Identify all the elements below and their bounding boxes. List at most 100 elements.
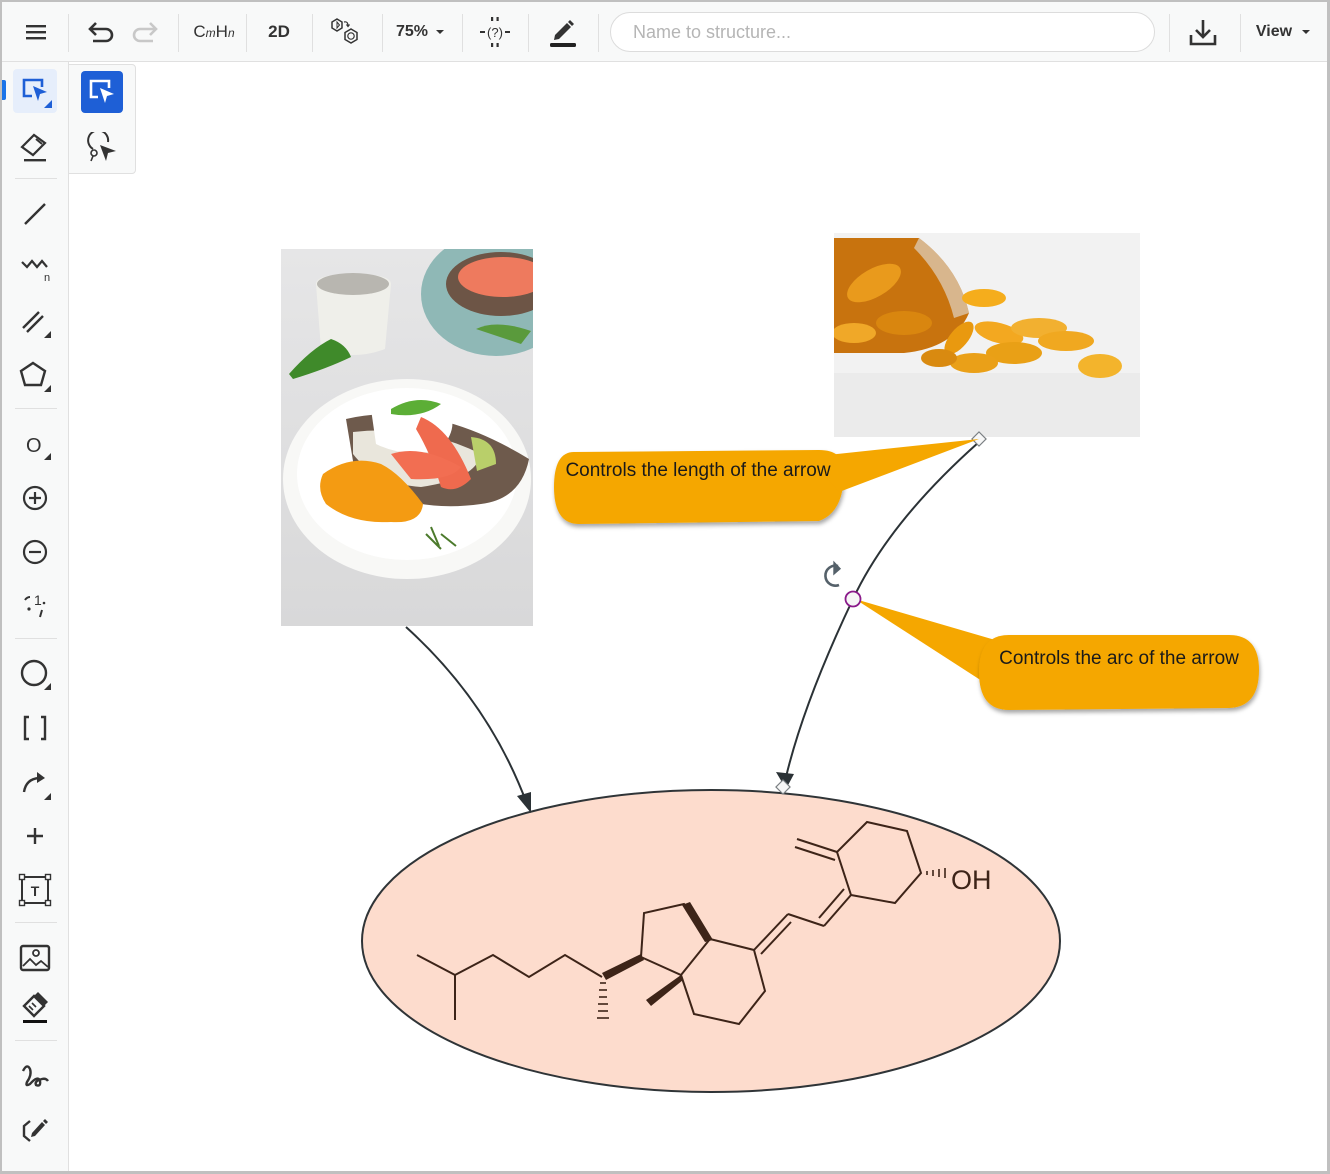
single-bond-icon — [24, 203, 46, 225]
chevron-down-icon — [1302, 30, 1311, 34]
pen-color-button[interactable] — [540, 10, 586, 54]
name-to-structure-input[interactable] — [610, 12, 1155, 52]
arc-callout-text: Controls the arc of the arrow — [999, 648, 1239, 669]
formula-button[interactable]: CmHn — [186, 10, 242, 54]
sidebar-divider — [15, 922, 57, 923]
capsules-photo[interactable] — [834, 233, 1140, 437]
capsules-arrow[interactable] — [785, 441, 980, 778]
active-tool-indicator — [2, 80, 6, 100]
toolbar-divider — [246, 14, 247, 52]
svg-text:(?): (?) — [487, 25, 503, 40]
2d-button[interactable]: 2D — [254, 10, 304, 54]
undo-icon — [88, 22, 114, 43]
app-window: CmHn 2D 75% (?) Name to structure... Vie… — [2, 2, 1327, 1171]
plus-icon — [27, 828, 43, 844]
svg-text:1: 1 — [34, 592, 42, 608]
sidebar-item-atom[interactable]: O — [13, 422, 57, 466]
drawing-canvas[interactable]: OH Controls the length of the arrow Cont… — [69, 62, 1327, 1171]
circle-shape-icon — [20, 659, 51, 690]
menu-button[interactable] — [14, 10, 58, 54]
minus-circle-icon — [22, 539, 48, 565]
sidebar-item-arrow[interactable] — [13, 762, 57, 806]
svg-text:n: n — [44, 272, 50, 284]
toolbar-divider — [68, 14, 69, 52]
sidebar-item-single-bond[interactable] — [13, 192, 57, 236]
brackets-icon — [23, 715, 47, 741]
food-photo-image — [281, 249, 533, 626]
left-toolbar: n O 1 T — [2, 62, 69, 1171]
svg-text:O: O — [26, 435, 42, 457]
svg-text:T: T — [31, 883, 40, 899]
sidebar-item-brackets[interactable] — [13, 706, 57, 750]
freehand-icon — [21, 1065, 49, 1087]
eraser-icon — [20, 133, 47, 162]
chain-icon: n — [21, 259, 50, 284]
download-icon — [1189, 20, 1217, 46]
molecule-ellipse[interactable] — [361, 789, 1061, 1093]
sidebar-item-select[interactable] — [13, 69, 57, 113]
arrow-arc-handle[interactable] — [844, 590, 862, 608]
redo-button[interactable] — [124, 10, 164, 54]
sidebar-item-bond-types[interactable] — [13, 300, 57, 344]
sidebar-item-shapes[interactable] — [13, 652, 57, 696]
sidebar-item-image[interactable] — [13, 936, 57, 980]
toolbar-divider — [1240, 14, 1241, 52]
clean-structure-button[interactable] — [324, 10, 370, 54]
sidebar-item-freehand[interactable] — [13, 1054, 57, 1098]
sidebar-item-ring[interactable] — [13, 354, 57, 398]
sidebar-item-positive-charge[interactable] — [13, 476, 57, 520]
toolbar-divider — [598, 14, 599, 52]
length-callout-text: Controls the length of the arrow — [565, 460, 831, 481]
text-box-icon: T — [18, 873, 52, 907]
food-arrow[interactable] — [405, 626, 528, 805]
rotate-icon[interactable] — [824, 560, 842, 587]
atom-icon: O — [26, 435, 51, 460]
paint-bucket-icon — [22, 992, 48, 1023]
view-menu[interactable]: View — [1252, 10, 1318, 54]
sidebar-item-eraser[interactable] — [13, 125, 57, 169]
sidebar-item-plus[interactable] — [13, 814, 57, 858]
toolbar-divider — [462, 14, 463, 52]
curved-arrow-icon — [22, 772, 51, 800]
capsules-photo-image — [834, 233, 1140, 437]
toolbar-divider — [178, 14, 179, 52]
pen-color-icon — [550, 20, 576, 47]
top-toolbar: CmHn 2D 75% (?) Name to structure... Vie… — [2, 2, 1327, 62]
formula-label: CmHn — [193, 22, 235, 41]
undo-button[interactable] — [82, 10, 122, 54]
sidebar-item-text[interactable]: T — [13, 868, 57, 912]
sidebar-divider — [15, 408, 57, 409]
redo-icon — [132, 22, 158, 43]
pentagon-ring-icon — [19, 361, 51, 392]
clean-structure-icon — [331, 18, 358, 44]
plus-circle-icon — [22, 485, 48, 511]
radical-icon: 1 — [24, 592, 46, 618]
toolbar-divider — [1169, 14, 1170, 52]
view-label: View — [1255, 23, 1293, 40]
draw-ring-pencil-icon — [22, 1119, 48, 1142]
sidebar-item-chain[interactable]: n — [13, 246, 57, 290]
download-button[interactable] — [1180, 10, 1226, 54]
unknown-fragment-icon: (?) — [480, 17, 510, 47]
toolbar-divider — [382, 14, 383, 52]
zoom-dropdown[interactable]: 75% — [390, 10, 454, 54]
image-icon — [19, 944, 51, 972]
sidebar-item-draw-structure[interactable] — [13, 1108, 57, 1152]
hamburger-menu-icon — [26, 25, 46, 40]
canvas-overlay: OH — [361, 431, 1259, 1093]
zoom-level: 75% — [395, 23, 429, 40]
toolbar-divider — [312, 14, 313, 52]
sidebar-divider — [15, 638, 57, 639]
unknown-fragment-button[interactable]: (?) — [472, 10, 518, 54]
sidebar-item-fill[interactable] — [13, 986, 57, 1030]
sidebar-item-radical[interactable]: 1 — [13, 584, 57, 628]
sidebar-divider — [15, 1040, 57, 1041]
chevron-down-icon — [436, 30, 445, 34]
sidebar-item-negative-charge[interactable] — [13, 530, 57, 574]
double-bond-icon — [22, 311, 51, 338]
toolbar-divider — [528, 14, 529, 52]
sidebar-divider — [15, 178, 57, 179]
food-photo[interactable] — [281, 249, 533, 626]
2d-label: 2D — [268, 22, 290, 41]
selection-icon — [22, 78, 52, 108]
